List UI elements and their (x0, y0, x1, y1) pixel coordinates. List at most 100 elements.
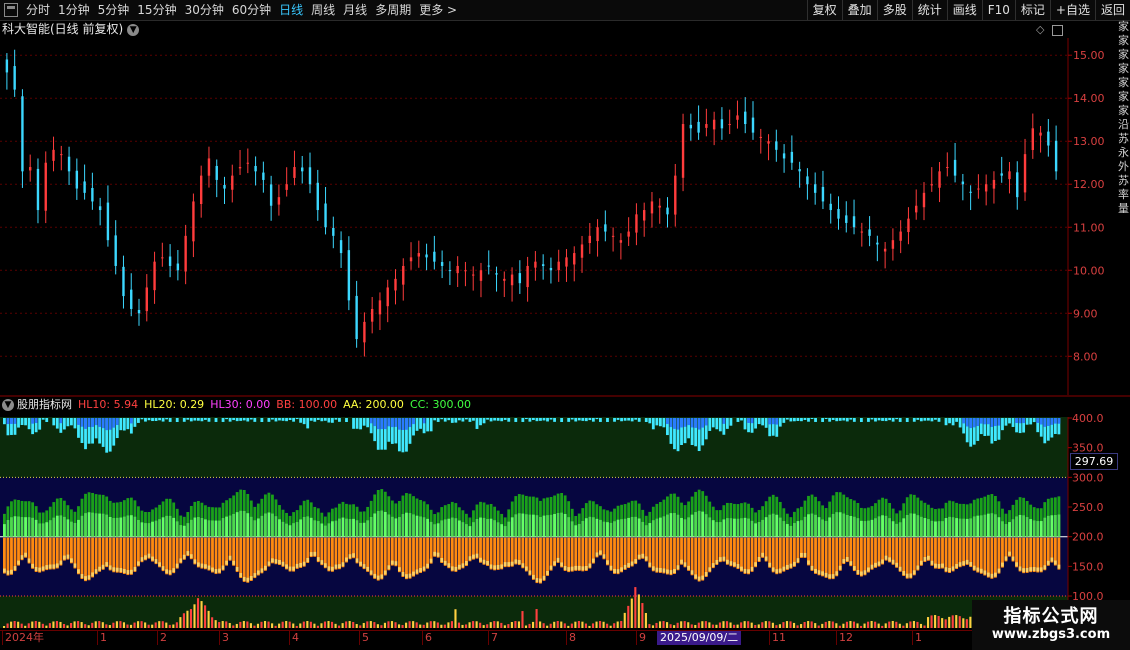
yellow-cap (454, 566, 458, 571)
orange-bar (990, 537, 994, 579)
blue-bar (77, 418, 80, 425)
right-strip-item[interactable]: 永 (1118, 146, 1130, 160)
price-tick-label: 13.00 (1073, 135, 1105, 148)
cyan-bar (285, 418, 288, 422)
yellow-cap (849, 561, 853, 566)
chart-canvas[interactable]: 15.00 14.00 13.00 12.00 11.00 10.00 9.00 8.00 4… (0, 0, 1130, 650)
candle-body (1016, 172, 1019, 198)
yellow-cap (546, 570, 549, 575)
yellow-cap (740, 566, 743, 571)
right-strip-item[interactable]: 家 (1118, 90, 1130, 104)
volume-bar (489, 622, 492, 628)
right-strip-item[interactable]: 外 (1118, 160, 1130, 174)
right-strip-item[interactable]: 家 (1118, 34, 1130, 48)
lightgreen-bar (842, 513, 846, 537)
cyan-bar (500, 418, 504, 422)
volume-bar (500, 622, 503, 628)
yellow-cap (644, 556, 648, 561)
cyan-bar (119, 418, 123, 431)
right-strip-item[interactable]: 家 (1118, 48, 1130, 62)
volume-bar (821, 623, 824, 628)
blue-bar (1039, 418, 1043, 425)
price-tick-label: 12.00 (1073, 178, 1105, 191)
volume-bar (214, 620, 217, 628)
volume-bar (440, 624, 443, 628)
orange-bar (405, 537, 408, 580)
yellow-cap (782, 566, 786, 571)
yellow-cap (316, 557, 320, 562)
volume-bar (457, 622, 461, 628)
volume-bar (129, 624, 133, 628)
right-strip-item[interactable]: 沿 (1118, 118, 1130, 132)
candle-body (495, 273, 498, 275)
lightgreen-bar (965, 518, 969, 537)
candle-body (425, 254, 428, 258)
lightgreen-bar (486, 519, 489, 537)
right-strip-item[interactable]: 家 (1118, 62, 1130, 76)
candle-body (806, 176, 809, 185)
lightgreen-bar (722, 519, 726, 537)
chevron-down-icon[interactable]: ▼ (2, 399, 14, 411)
blue-bar (405, 418, 408, 430)
cyan-bar (200, 418, 204, 422)
volume-bar (895, 621, 898, 628)
volume-bar (711, 624, 714, 628)
yellow-cap (359, 561, 363, 566)
yellow-cap (376, 575, 380, 580)
yellow-cap (891, 559, 895, 564)
yellow-cap (292, 566, 296, 571)
candle-body (231, 175, 234, 190)
yellow-cap (948, 568, 951, 573)
date-tick: 1 (97, 631, 107, 645)
candle-body (526, 265, 529, 288)
right-strip-item[interactable]: 率 (1118, 188, 1130, 202)
yellow-cap (524, 566, 528, 571)
cyan-bar (711, 418, 715, 428)
blue-bar (673, 418, 676, 429)
yellow-cap (380, 574, 384, 579)
candle-body (728, 124, 731, 126)
orange-bar (115, 537, 119, 573)
lightgreen-bar (172, 517, 176, 537)
yellow-cap (792, 561, 796, 566)
lightgreen-bar (189, 519, 193, 537)
right-strip-item[interactable]: 家 (1118, 104, 1130, 118)
yellow-cap (200, 563, 204, 568)
cyan-bar (242, 418, 246, 421)
yellow-cap (13, 566, 17, 571)
volume-bar (468, 622, 471, 628)
blue-bar (747, 418, 750, 423)
cyan-bar (309, 418, 313, 421)
volume-bar (253, 625, 256, 628)
price-grid (0, 38, 1130, 397)
right-strip-item[interactable]: 量 (1118, 202, 1130, 216)
volume-bar (285, 621, 288, 628)
orange-bar (535, 537, 539, 584)
right-strip-item[interactable]: 家 (1118, 76, 1130, 90)
volume-bar (189, 609, 193, 628)
candle-body (635, 214, 638, 233)
volume-bar (80, 622, 83, 628)
cyan-bar (3, 418, 6, 425)
blue-bar (129, 418, 133, 424)
candle-body (580, 244, 584, 258)
volume-bar (281, 621, 284, 628)
yellow-cap (909, 573, 913, 578)
volume-bar (330, 621, 334, 628)
cyan-bar (923, 418, 927, 421)
volume-bar (623, 612, 626, 628)
orange-bar (909, 537, 913, 579)
lightgreen-bar (852, 516, 856, 537)
lightgreen-bar (119, 517, 123, 537)
lightgreen-bar (828, 517, 832, 537)
cyan-bar (546, 418, 549, 422)
candle-body (549, 267, 553, 271)
right-strip-item[interactable]: 家 (1118, 20, 1130, 34)
right-strip-item[interactable]: 苏 (1118, 174, 1130, 188)
lightgreen-bar (218, 520, 221, 537)
lightgreen-bar (242, 510, 246, 537)
blue-bar (683, 418, 687, 427)
orange-bar (13, 537, 17, 572)
yellow-cap (923, 557, 927, 562)
right-strip-item[interactable]: 苏 (1118, 132, 1130, 146)
